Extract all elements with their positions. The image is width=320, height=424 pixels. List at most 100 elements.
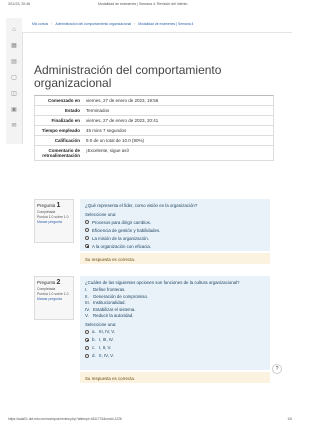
statement-item: II. Generación de compromiso. <box>85 294 265 300</box>
question-info-1: Pregunta 1 Completada Puntúa 1.0 sobre 1… <box>34 199 74 243</box>
statement-text: Reducir la autoridad. <box>93 313 134 318</box>
option-text: Eficiencia de gestión y habilidades. <box>92 227 161 233</box>
answer-option[interactable]: b. I, III, IV. <box>85 337 265 343</box>
summary-value: Terminados <box>86 108 110 113</box>
summary-row-feedback: Comentario de retroalimentación ¡Excelen… <box>35 145 273 160</box>
option-letter: b. <box>92 337 96 342</box>
files-icon[interactable]: ▢ <box>10 74 18 82</box>
print-page-number: 1/5 <box>287 417 292 421</box>
answer-option[interactable]: d. II, IV, V. <box>85 353 265 359</box>
statement-item: IV. Estabilizar el sistema. <box>85 307 265 313</box>
question-status: Completada <box>37 210 56 214</box>
help-button[interactable]: ? <box>272 364 282 374</box>
summary-value: ¡Excelente, sigue así! <box>86 148 130 153</box>
radio-button-selected[interactable] <box>85 337 89 342</box>
summary-value: viernes, 27 de enero de 2023, 20:41 <box>86 118 159 123</box>
question-number: Pregunta 2 <box>37 279 71 286</box>
grades-icon[interactable]: ▣ <box>10 106 18 114</box>
radio-button[interactable] <box>85 236 89 240</box>
messages-icon[interactable]: ✉ <box>10 122 18 130</box>
question-score: Puntúa 1.0 sobre 1.0 <box>37 292 69 296</box>
feedback-text: Su respuesta es correcta. <box>85 257 136 262</box>
statement-number: III. <box>85 300 90 305</box>
statement-item: III. Institucionalidad. <box>85 300 265 306</box>
summary-label: Tiempo empleado <box>41 128 80 133</box>
option-text: III, IV, V. <box>99 329 116 334</box>
option-letter: a. <box>92 329 96 334</box>
question-status: Completada <box>37 287 56 291</box>
top-bar: Mis cursos › Administración del comportami… <box>22 18 292 33</box>
option-text: La misión de la organización. <box>92 235 149 241</box>
answer-option[interactable]: A la organización con eficacia. <box>85 243 265 249</box>
answer-option[interactable]: c. I, II, V. <box>85 345 265 351</box>
answer-option[interactable]: a. III, IV, V. <box>85 329 265 335</box>
radio-button[interactable] <box>85 228 89 232</box>
option-letter: d. <box>92 353 96 358</box>
statement-text: Generación de compromiso. <box>93 293 149 299</box>
answer-option[interactable]: Eficiencia de gestión y habilidades. <box>85 227 265 233</box>
question-info-2: Pregunta 2 Completada Puntúa 1.0 sobre 1… <box>34 276 74 320</box>
sidebar: ⌂ ▦ ▤ ▢ ◫ ▣ ✉ <box>6 18 23 144</box>
summary-label: Estado <box>64 108 80 113</box>
select-one-label: Seleccione una: <box>85 321 117 327</box>
question-number-value: 2 <box>56 279 61 286</box>
radio-button[interactable] <box>85 220 89 224</box>
question-content-2: ¿Cuáles de las siguientes opciones son f… <box>80 276 270 370</box>
home-icon[interactable]: ⌂ <box>10 26 18 34</box>
feedback-text: Su respuesta es correcta. <box>85 376 136 381</box>
option-text: A la organización con eficacia. <box>92 243 152 249</box>
print-page-title: Modalidad de exámenes | Semana 4: Revisi… <box>98 2 188 6</box>
summary-label: Comentario de retroalimentación <box>42 148 80 158</box>
summary-row-started: Comenzado en viernes, 27 de enero de 202… <box>35 96 273 105</box>
breadcrumb-my-courses[interactable]: Mis cursos <box>32 22 48 26</box>
question-feedback-1: Su respuesta es correcta. <box>80 253 270 264</box>
print-header: 3/11/23, 20:46 Modalidad de exámenes | S… <box>8 2 292 10</box>
question-text: ¿Qué representa el líder, como visión en… <box>85 203 198 208</box>
statement-item: V. Reducir la autoridad. <box>85 313 265 319</box>
question-prefix: Pregunta <box>37 203 56 208</box>
question-feedback-2: Su respuesta es correcta. <box>80 372 270 383</box>
dashboard-icon[interactable]: ▦ <box>10 42 18 50</box>
option-letter: c. <box>92 345 96 350</box>
statement-text: Estabilizar el sistema. <box>93 306 136 312</box>
summary-label: Finalizado en <box>51 118 80 123</box>
calendar-icon[interactable]: ▤ <box>10 58 18 66</box>
flag-question-button[interactable]: Marcar pregunta <box>37 220 71 224</box>
radio-button[interactable] <box>85 345 89 350</box>
attempt-summary-table: Comenzado en viernes, 27 de enero de 202… <box>34 95 274 161</box>
statement-number: I. <box>85 287 88 292</box>
answer-option[interactable]: La misión de la organización. <box>85 235 265 241</box>
summary-row-grade: Calificación 9.0 de un total de 10.0 (90… <box>35 135 273 145</box>
page-title: Administración del comportamiento organi… <box>34 63 222 91</box>
summary-value: 45 mins 7 segundos <box>86 128 127 133</box>
option-text: Procesos para dirigir cambios. <box>92 219 152 225</box>
select-one-label: Seleccione una: <box>85 212 117 217</box>
radio-button[interactable] <box>85 353 89 358</box>
statement-text: Define fronteras. <box>93 287 126 292</box>
radio-button[interactable] <box>85 329 89 334</box>
summary-value: viernes, 27 de enero de 2023, 19:56 <box>86 98 159 103</box>
statement-text: Institucionalidad. <box>93 300 126 305</box>
summary-label: Calificación <box>54 138 80 143</box>
radio-button-selected[interactable] <box>85 244 89 248</box>
option-text: I, III, IV. <box>99 337 114 342</box>
summary-row-state: Estado Terminados <box>35 105 273 115</box>
breadcrumb: Mis cursos › Administración del comportami… <box>32 22 194 26</box>
print-url: https://aula01.ubt.edu.mx/mod/quiz/revie… <box>8 417 122 421</box>
option-text: I, II, V. <box>99 345 112 350</box>
question-content-1: ¿Qué representa el líder, como visión en… <box>80 199 270 251</box>
summary-label: Comenzado en <box>47 98 80 103</box>
summary-row-time: Tiempo empleado 45 mins 7 segundos <box>35 125 273 135</box>
courses-icon[interactable]: ◫ <box>10 90 18 98</box>
statement-number: V. <box>85 313 89 318</box>
question-number-value: 1 <box>56 202 61 209</box>
print-date: 3/11/23, 20:46 <box>8 2 31 6</box>
statement-number: IV. <box>85 306 90 312</box>
statement-number: II. <box>85 293 89 299</box>
statement-item: I. Define fronteras. <box>85 287 265 293</box>
summary-value: 9.0 de un total de 10.0 (90%) <box>86 138 145 143</box>
breadcrumb-quiz[interactable]: Modalidad de exámenes | Semana 4 <box>138 22 193 26</box>
flag-question-button[interactable]: Marcar pregunta <box>37 297 71 301</box>
breadcrumb-course[interactable]: Administración del comportamiento organi… <box>55 22 131 26</box>
answer-option[interactable]: Procesos para dirigir cambios. <box>85 219 265 225</box>
